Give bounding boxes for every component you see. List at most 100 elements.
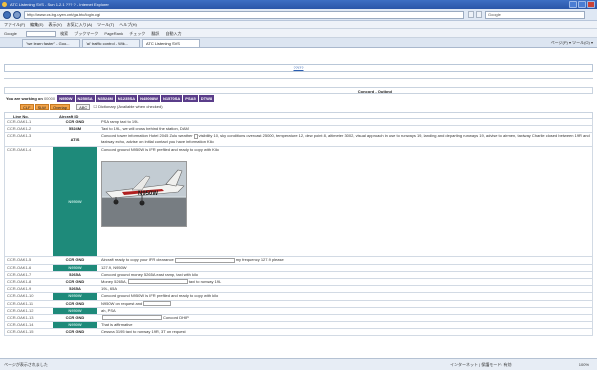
table-row: CCR-OAK1-13 CCR GND Concord DHIP xyxy=(4,314,593,323)
toolbar-item[interactable]: 自動入力 xyxy=(165,31,181,36)
forward-arrow-icon[interactable] xyxy=(13,11,21,19)
answer-input[interactable] xyxy=(143,300,172,306)
toolbar-item[interactable]: 検索 xyxy=(60,31,68,36)
message-cell: Concord ground N950W is IFR prefiled and… xyxy=(101,293,590,299)
line-no: CCR-OAK1-3 xyxy=(7,133,32,139)
message-cell: Taxi to 19L, we will cross behind the st… xyxy=(101,126,590,132)
table-row: CCR-OAK1-7 5265A Concord ground money 5265… xyxy=(4,271,593,279)
zoom-level[interactable]: 100% xyxy=(579,359,589,370)
google-toolbar-label: Google xyxy=(4,31,17,36)
minimize-icon[interactable] xyxy=(569,1,577,8)
dictionary-note: Dictionary (Available when checked) xyxy=(98,104,163,109)
clf-button[interactable]: CLF xyxy=(20,103,34,110)
stop-icon[interactable] xyxy=(476,11,482,18)
message-cell: Concord DHIP xyxy=(101,315,590,321)
answer-input[interactable] xyxy=(174,257,235,263)
table-row: CCR-OAK1-14 N950W That is affirmative xyxy=(4,322,593,330)
aircraft-id: N950W xyxy=(53,293,97,300)
working-label: You are working on xyxy=(6,96,43,101)
menu-item[interactable]: ツール(T) xyxy=(97,22,114,27)
line-no: CCR-OAK1-1 xyxy=(7,119,32,124)
line-no: CCR-OAK1-14 xyxy=(7,322,34,328)
answer-input[interactable] xyxy=(193,133,198,139)
answer-input[interactable] xyxy=(102,315,162,321)
close-icon[interactable] xyxy=(587,1,595,8)
table-row: CCR-OAK1-9 5265A 19L, 65A xyxy=(4,286,593,294)
maximize-icon[interactable] xyxy=(578,1,586,8)
refresh-icon[interactable] xyxy=(468,11,474,18)
tab-wikipedia[interactable]: 'ai' traffic control - Wik... xyxy=(82,39,140,47)
table-row: CCR-OAK1-3 ATIS Concord tower information … xyxy=(4,133,593,148)
menu-item[interactable]: 表示(V) xyxy=(48,22,61,27)
message-cell: ah, PSA xyxy=(101,308,590,314)
address-bar: http://www.cs.bg.uyen.cnt/ga.btc/login.c… xyxy=(0,9,597,21)
airplane-illustration: N950W xyxy=(102,162,186,227)
dictionary-checkbox-label[interactable]: ☐ Dictionary (Available when checked) xyxy=(93,104,162,109)
slw-button[interactable]: SLW xyxy=(34,103,49,110)
aircraft-id: N950W xyxy=(53,322,97,329)
toolbar-item[interactable]: チェック xyxy=(129,31,145,36)
menu-item[interactable]: 編集(E) xyxy=(30,22,43,27)
callsign-chip[interactable]: N45008W xyxy=(138,95,160,102)
menu-bar: ファイル(F) 編集(E) 表示(V) お気に入り(A) ツール(T) ヘルプ(H) xyxy=(0,21,597,29)
google-search-input[interactable] xyxy=(26,30,57,37)
callsign-chip[interactable]: DTW8 xyxy=(198,95,215,102)
page-content: ??/?? Concord - Outbnd You are working o… xyxy=(4,50,593,355)
tab-google[interactable]: "we learn faster" - Goo... xyxy=(22,39,80,47)
callsign-chip[interactable]: N950W xyxy=(57,95,75,102)
dictionary-button[interactable]: ABC xyxy=(76,103,91,110)
message-text: Concord ground money 5265A east ramp, ta… xyxy=(101,271,198,277)
callsign-chips: N950W N250SA N3524M N1235SA N45008W N1570SA PS… xyxy=(56,95,215,102)
table-row: CCR-OAK1-12 N950W ah, PSA xyxy=(4,307,593,315)
top-link[interactable]: ??/?? xyxy=(293,65,303,70)
line-no: CCR-OAK1-13 xyxy=(7,314,34,320)
top-link-bar: ??/?? xyxy=(4,64,593,72)
message-text: Taxi to 19L, we will cross behind the st… xyxy=(101,126,189,132)
window-controls xyxy=(569,1,595,8)
callsign-chip[interactable]: PSA5 xyxy=(183,95,198,102)
message-cell: Aircraft ready to copy your IFR clearanc… xyxy=(101,257,590,263)
table-row: CCR-OAK1-6 N950W 127.9, N950W xyxy=(4,264,593,272)
line-no: CCR-OAK1-2 xyxy=(7,126,32,132)
transcript-table: CCR-OAK1-1 CCR GND PSA ramp taxi to 19L CCR… xyxy=(4,119,593,337)
tab-tools[interactable]: ページ(P) ▾ ツール(O) ▾ xyxy=(551,39,593,47)
message-text: ah, PSA xyxy=(101,307,116,313)
aircraft-id: N950W xyxy=(53,147,97,257)
toolbar-item[interactable]: 翻訳 xyxy=(151,31,159,36)
message-cell: Concord ground N950W is IFR prefiled and… xyxy=(101,147,590,153)
message-text: 19L, 65A xyxy=(101,286,118,292)
table-row: CCR-OAK1-1 CCR GND PSA ramp taxi to 19L xyxy=(4,119,593,127)
address-tools xyxy=(468,11,482,18)
menu-item[interactable]: ファイル(F) xyxy=(4,22,25,27)
line-no: CCR-OAK1-12 xyxy=(7,307,34,313)
menu-item[interactable]: ヘルプ(H) xyxy=(119,22,137,27)
message-cell: Cessna 3195 taxi to runway 19R, 3T on re… xyxy=(101,329,590,335)
line-no: CCR-OAK1-8 xyxy=(7,278,32,284)
aircraft-id: CCR GND xyxy=(65,329,85,335)
aircraft-id: N950W xyxy=(53,264,97,271)
overlap-button[interactable]: Overlap xyxy=(49,103,70,110)
working-id: 00000 xyxy=(43,96,56,101)
aircraft-id: CCR GND xyxy=(65,314,85,320)
message-cell: Concord ground money 5265A east ramp, ta… xyxy=(101,272,590,278)
toolbar-item[interactable]: PageRank xyxy=(104,31,123,36)
toolbar-item[interactable]: ブックマーク xyxy=(74,31,98,36)
search-input[interactable]: Google xyxy=(485,11,585,19)
url-input[interactable]: http://www.cs.bg.uyen.cnt/ga.btc/login.c… xyxy=(24,11,464,19)
tab-atc-listening[interactable]: ATC Listening SVS xyxy=(142,39,200,47)
aircraft-id: 5265A xyxy=(69,286,81,292)
answer-input[interactable] xyxy=(127,279,188,285)
message-text-continued: my frequency 127.9 please xyxy=(235,257,284,263)
window-titlebar: ATC Listening SVS - Sun 1.2.1 ??? ? - In… xyxy=(0,0,597,9)
line-no: CCR-OAK1-10 xyxy=(7,293,34,299)
message-cell: 127.9, N950W xyxy=(101,265,590,271)
back-arrow-icon[interactable] xyxy=(3,11,11,19)
callsign-chip[interactable]: N1570SA xyxy=(160,95,183,102)
callsign-chip[interactable]: N1235SA xyxy=(115,95,138,102)
line-no: CCR-OAK1-15 xyxy=(7,329,34,335)
callsign-chip[interactable]: N250SA xyxy=(75,95,95,102)
tab-strip: "we learn faster" - Goo... 'ai' traffic … xyxy=(0,38,597,48)
callsign-chip[interactable]: N3524M xyxy=(95,95,115,102)
menu-item[interactable]: お気に入り(A) xyxy=(67,22,92,27)
aircraft-id: 5524M xyxy=(68,126,82,132)
